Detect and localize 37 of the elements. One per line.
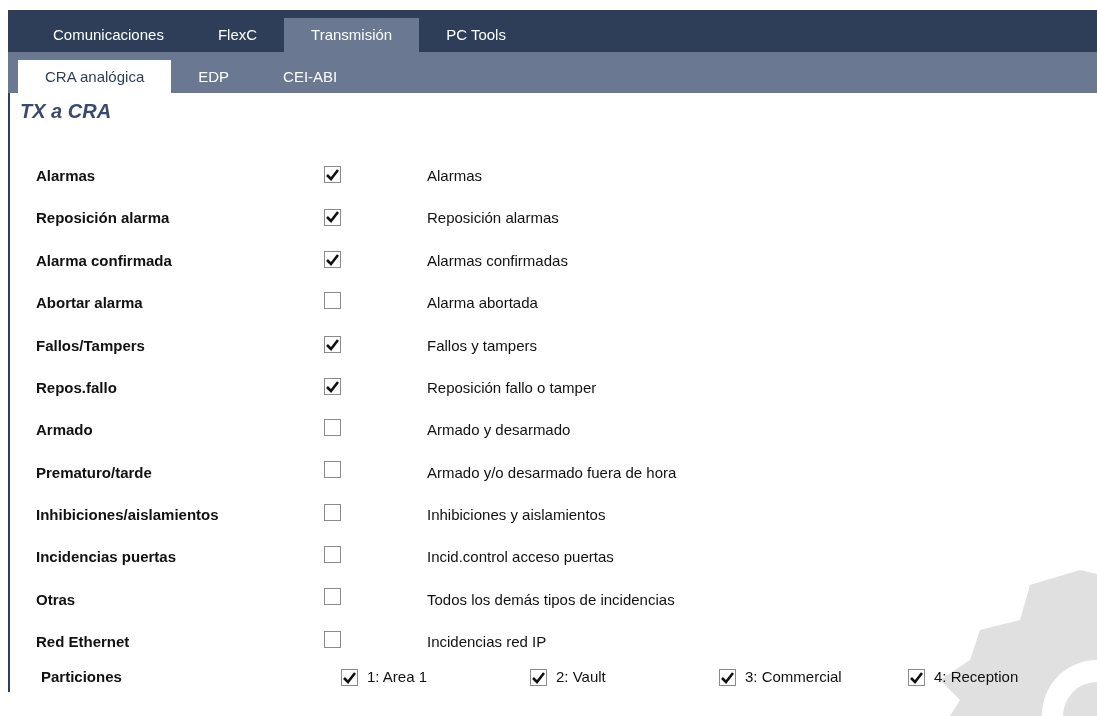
option-label: Inhibiciones/aislamientos — [35, 505, 220, 526]
option-description: Incidencias red IP — [427, 632, 547, 653]
option-description: Alarma abortada — [427, 293, 538, 314]
option-label: Alarma confirmada — [35, 250, 173, 271]
tab[interactable]: CRA analógica — [18, 60, 172, 93]
option-label: Fallos/Tampers — [35, 335, 146, 356]
option-description: Fallos y tampers — [427, 335, 538, 356]
option-description: Alarmas confirmadas — [427, 250, 568, 271]
option-label: Red Ethernet — [35, 632, 131, 653]
checkbox-label: 2: Vault — [556, 667, 606, 688]
tab[interactable]: FlexC — [190, 18, 285, 52]
option-label: Prematuro/tarde — [35, 462, 153, 483]
option-description: Alarmas — [427, 165, 482, 186]
option-label: Abortar alarma — [35, 293, 144, 314]
option-label: Armado — [35, 420, 94, 441]
option-label: Repos.fallo — [35, 377, 118, 398]
option-label: Otras — [35, 589, 77, 610]
tab[interactable]: PC Tools — [419, 18, 533, 52]
tab[interactable]: EDP — [171, 60, 257, 93]
option-description: Armado y desarmado — [427, 420, 571, 441]
option-label: Alarmas — [35, 165, 97, 186]
option-description: Reposición alarmas — [427, 208, 559, 229]
tab[interactable]: CEI-ABI — [256, 60, 365, 93]
checkbox-label: 3: Commercial — [745, 667, 842, 688]
checkbox-label: 1: Area 1 — [366, 667, 427, 688]
option-label: Reposición alarma — [35, 208, 171, 229]
option-description: Armado y/o desarmado fuera de hora — [427, 462, 677, 483]
partitions-label: Particiones — [40, 667, 123, 688]
option-description: Inhibiciones y aislamientos — [427, 505, 606, 526]
option-description: Todos los demás tipos de incidencias — [427, 589, 675, 610]
option-label: Incidencias puertas — [35, 547, 178, 568]
tab[interactable]: Comunicaciones — [26, 18, 191, 52]
option-description: Reposición fallo o tamper — [427, 377, 597, 398]
tab[interactable]: Transmisión — [284, 18, 420, 52]
section-title: TX a CRA — [19, 99, 113, 124]
option-description: Incid.control acceso puertas — [427, 547, 614, 568]
checkbox-label: 4: Reception — [934, 667, 1019, 688]
